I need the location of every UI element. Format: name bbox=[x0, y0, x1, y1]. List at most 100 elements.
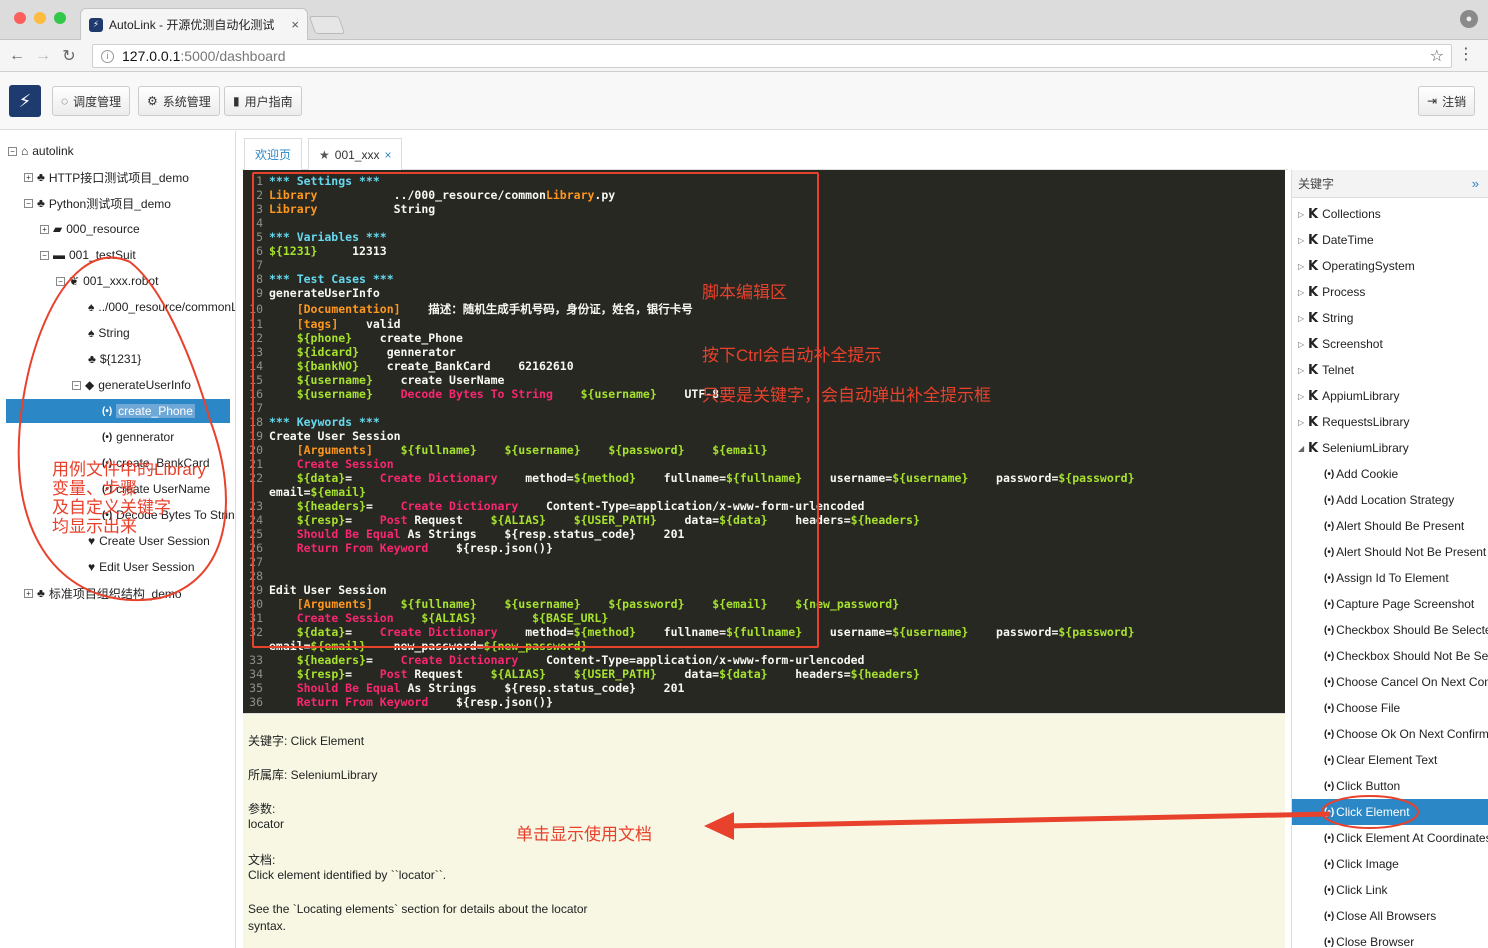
keyword-item[interactable]: (•) Add Location Strategy bbox=[1324, 490, 1454, 510]
schedule-management-button[interactable]: ◌ 调度管理 bbox=[52, 86, 131, 116]
tree-node-edit-user-session[interactable]: ♥ Edit User Session bbox=[88, 557, 195, 577]
tree-node-autolink[interactable]: − ⌂ autolink bbox=[8, 141, 74, 161]
tree-node-python-demo[interactable]: − ♣ Python测试项目_demo bbox=[24, 193, 171, 213]
url-host: 127.0.0.1 bbox=[122, 48, 181, 64]
expand-icon[interactable]: + bbox=[24, 172, 33, 182]
signal-icon: (•) bbox=[1324, 572, 1335, 584]
library-item[interactable]: ◢ K SeleniumLibrary bbox=[1298, 438, 1409, 458]
forward-icon[interactable]: → bbox=[30, 47, 56, 65]
library-k-icon: K bbox=[1308, 440, 1319, 456]
keyword-item[interactable]: (•) Click Element bbox=[1324, 802, 1410, 822]
keyword-item[interactable]: (•) Close All Browsers bbox=[1324, 906, 1436, 926]
library-item[interactable]: ▷ K Telnet bbox=[1298, 360, 1354, 380]
tab-001-xxx[interactable]: ★ 001_xxx × bbox=[308, 138, 403, 170]
collapse-icon[interactable]: − bbox=[72, 380, 81, 390]
address-bar[interactable]: i 127.0.0.1:5000/dashboard bbox=[92, 44, 1452, 68]
new-tab-button[interactable] bbox=[308, 16, 346, 34]
expand-icon[interactable]: + bbox=[40, 224, 49, 234]
keyword-item[interactable]: (•) Close Browser bbox=[1324, 932, 1414, 948]
library-item[interactable]: ▷ K Screenshot bbox=[1298, 334, 1383, 354]
browser-menu-icon[interactable]: ⋮ bbox=[1458, 44, 1474, 64]
profile-icon[interactable]: ● bbox=[1460, 10, 1478, 28]
tree-node-library-string[interactable]: ♠ String bbox=[88, 323, 130, 343]
keyword-item[interactable]: (•)Choose Cancel On Next Confirmation bbox=[1324, 672, 1488, 692]
tab-welcome[interactable]: 欢迎页 bbox=[244, 138, 303, 170]
keyword-item[interactable]: (•) Click Button bbox=[1324, 776, 1400, 796]
collapse-icon[interactable]: − bbox=[24, 198, 33, 208]
reload-icon[interactable]: ↻ bbox=[56, 46, 82, 66]
collapse-icon[interactable]: − bbox=[56, 276, 65, 286]
collapsed-arrow-icon[interactable]: ▷ bbox=[1298, 418, 1308, 427]
collapsed-arrow-icon[interactable]: ▷ bbox=[1298, 314, 1308, 323]
user-guide-button[interactable]: ▮ 用户指南 bbox=[224, 86, 302, 116]
keyword-item[interactable]: (•) Alert Should Not Be Present bbox=[1324, 542, 1486, 562]
tree-node-variable[interactable]: ♣ ${1231} bbox=[88, 349, 141, 369]
collapse-icon[interactable]: − bbox=[40, 250, 49, 260]
keyword-item[interactable]: (•)Checkbox Should Not Be Selected bbox=[1324, 646, 1488, 666]
close-tab-icon[interactable]: × bbox=[291, 17, 299, 32]
signal-icon: (•) bbox=[1324, 832, 1335, 844]
club-icon: ♣ bbox=[88, 352, 96, 366]
collapsed-arrow-icon[interactable]: ▷ bbox=[1298, 210, 1308, 219]
tree-node-001-testsuit[interactable]: − ▬ 001_testSuit bbox=[40, 245, 136, 265]
system-management-button[interactable]: ⚙ 系统管理 bbox=[138, 86, 220, 116]
library-item[interactable]: ▷ K OperatingSystem bbox=[1298, 256, 1415, 276]
library-k-icon: K bbox=[1308, 232, 1319, 248]
collapsed-arrow-icon[interactable]: ▷ bbox=[1298, 236, 1308, 245]
signal-icon: (•) bbox=[1324, 468, 1335, 480]
keyword-item[interactable]: (•) Capture Page Screenshot bbox=[1324, 594, 1474, 614]
signal-icon: (•) bbox=[1324, 494, 1335, 506]
back-icon[interactable]: ← bbox=[4, 47, 30, 65]
maximize-window-button[interactable] bbox=[54, 12, 66, 24]
collapsed-arrow-icon[interactable]: ▷ bbox=[1298, 288, 1308, 297]
signal-icon: (•) bbox=[102, 431, 113, 443]
library-item[interactable]: ▷ K Process bbox=[1298, 282, 1365, 302]
minimize-window-button[interactable] bbox=[34, 12, 46, 24]
keyword-item[interactable]: (•)Choose Ok On Next Confirmation bbox=[1324, 724, 1488, 744]
library-item[interactable]: ▷ K AppiumLibrary bbox=[1298, 386, 1399, 406]
expanded-arrow-icon[interactable]: ◢ bbox=[1298, 444, 1308, 453]
keyword-item[interactable]: (•) Click Element At Coordinates bbox=[1324, 828, 1488, 848]
library-k-icon: K bbox=[1308, 414, 1319, 430]
keyword-item[interactable]: (•) Assign Id To Element bbox=[1324, 568, 1449, 588]
collapsed-arrow-icon[interactable]: ▷ bbox=[1298, 340, 1308, 349]
gear-icon: ⚙ bbox=[147, 94, 158, 108]
library-item[interactable]: ▷ K DateTime bbox=[1298, 230, 1374, 250]
keyword-item[interactable]: (•) Checkbox Should Be Selected bbox=[1324, 620, 1488, 640]
browser-tab[interactable]: ⚡ AutoLink - 开源优测自动化测试 × bbox=[80, 8, 308, 40]
library-item[interactable]: ▷ K String bbox=[1298, 308, 1353, 328]
collapse-panel-icon[interactable]: » bbox=[1472, 176, 1479, 191]
logout-button[interactable]: ⇥ 注销 bbox=[1418, 86, 1476, 116]
collapsed-arrow-icon[interactable]: ▷ bbox=[1298, 366, 1308, 375]
signal-icon: (•) bbox=[1324, 520, 1335, 532]
tree-node-create-phone[interactable]: (•) create_Phone bbox=[102, 401, 195, 421]
tree-node-standard-demo[interactable]: + ♣ 标准项目组织结构_demo bbox=[24, 583, 182, 603]
expand-icon[interactable]: + bbox=[24, 588, 33, 598]
library-item[interactable]: ▷ K RequestsLibrary bbox=[1298, 412, 1409, 432]
bookmark-star-icon[interactable]: ☆ bbox=[1430, 46, 1444, 66]
tree-node-generateuserinfo[interactable]: − ◆ generateUserInfo bbox=[72, 375, 191, 395]
tree-node-library-common[interactable]: ♠../000_resource/commonLibrary.py bbox=[88, 297, 235, 317]
editor-tabs: 欢迎页 ★ 001_xxx × bbox=[242, 136, 1288, 170]
tree-node-000-resource[interactable]: + ▰ 000_resource bbox=[40, 219, 140, 239]
info-icon[interactable]: i bbox=[101, 49, 114, 63]
library-k-icon: K bbox=[1308, 388, 1319, 404]
collapse-icon[interactable]: − bbox=[8, 146, 17, 156]
tree-node-http-demo[interactable]: + ♣ HTTP接口测试项目_demo bbox=[24, 167, 189, 187]
autolink-favicon-icon: ⚡ bbox=[89, 17, 103, 32]
close-window-button[interactable] bbox=[14, 12, 26, 24]
keyword-item[interactable]: (•) Add Cookie bbox=[1324, 464, 1398, 484]
tree-node-001-xxx-robot[interactable]: − ❦ 001_xxx.robot bbox=[56, 271, 158, 291]
keyword-item[interactable]: (•) Click Link bbox=[1324, 880, 1388, 900]
tree-node-gennerator[interactable]: (•) gennerator bbox=[102, 427, 174, 447]
library-item[interactable]: ▷ K Collections bbox=[1298, 204, 1381, 224]
heart-icon: ♥ bbox=[88, 560, 96, 574]
keyword-item[interactable]: (•) Clear Element Text bbox=[1324, 750, 1437, 770]
keyword-item[interactable]: (•) Choose File bbox=[1324, 698, 1400, 718]
collapsed-arrow-icon[interactable]: ▷ bbox=[1298, 262, 1308, 271]
collapsed-arrow-icon[interactable]: ▷ bbox=[1298, 392, 1308, 401]
url-path: :5000/dashboard bbox=[180, 48, 286, 64]
close-tab-icon[interactable]: × bbox=[384, 148, 391, 162]
keyword-item[interactable]: (•) Click Image bbox=[1324, 854, 1399, 874]
keyword-item[interactable]: (•) Alert Should Be Present bbox=[1324, 516, 1464, 536]
